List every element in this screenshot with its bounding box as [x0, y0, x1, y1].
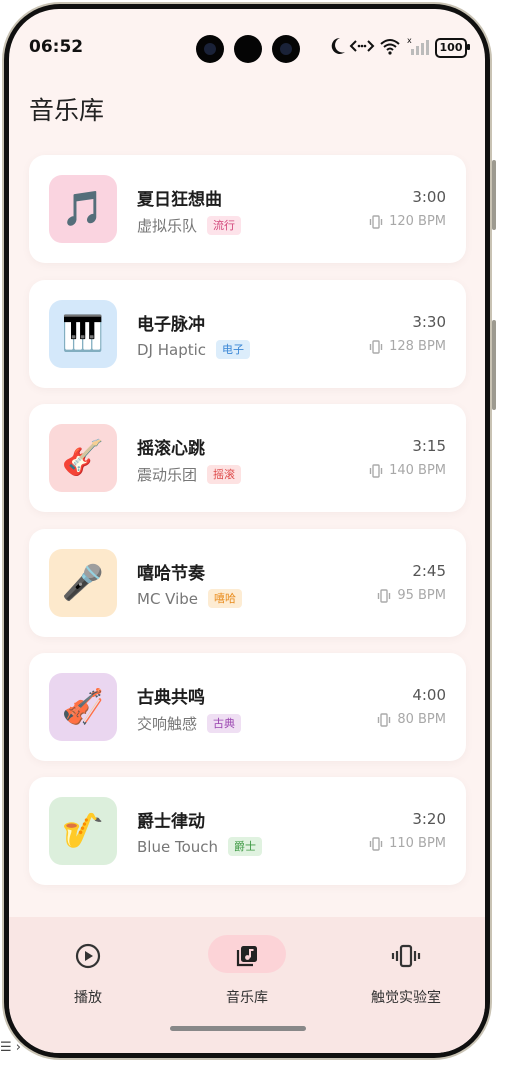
- song-artist: DJ Haptic: [137, 340, 207, 359]
- song-duration: 4:00: [412, 686, 446, 704]
- song-artist: 交响触感: [137, 715, 198, 733]
- song-card[interactable]: 🎷 爵士律动 Blue Touch 爵士 3:20 110 BPM: [29, 777, 466, 885]
- bpm-info: 95 BPM: [376, 588, 446, 603]
- bpm-info: 140 BPM: [368, 463, 446, 478]
- song-card[interactable]: 🎵 夏日狂想曲虚拟乐队 流行 3:00 120 BPM: [29, 155, 466, 263]
- song-card[interactable]: 🎤 嘻哈节奏 MC Vibe 嘻哈 2:45 95 BPM: [29, 529, 466, 637]
- vibration-icon: [369, 339, 383, 354]
- vibration-icon: [378, 588, 391, 603]
- tab-label: 播放: [74, 990, 102, 1006]
- piano-icon: 🎹: [49, 300, 117, 368]
- song-title: 嘻哈节奏: [137, 564, 205, 584]
- song-artist: 虚拟乐队: [137, 217, 198, 235]
- tab-label: 触觉实验室: [371, 990, 441, 1006]
- violin-icon: 🎻: [49, 673, 117, 741]
- tab-play[interactable]: 播放: [9, 917, 167, 1017]
- genre-badge: 摇滚: [207, 465, 242, 484]
- bpm-info: 110 BPM: [368, 836, 446, 851]
- tab-haptic-lab[interactable]: 触觉实验室: [327, 917, 485, 1017]
- vibration-icon: [369, 214, 383, 229]
- genre-badge: 古典: [207, 714, 242, 733]
- home-indicator[interactable]: [170, 1026, 306, 1031]
- artist-row: 虚拟乐队 流行: [137, 215, 242, 236]
- app-screen: 06:52 x 100 音乐库 🎵 夏日狂想曲虚拟乐队 流行 3:00 120 BPM 🎹…: [9, 9, 485, 1053]
- genre-badge: 嘻哈: [208, 589, 243, 608]
- saxophone-icon: 🎷: [49, 797, 117, 865]
- genre-badge: 电子: [216, 340, 251, 359]
- song-title: 古典共鸣: [137, 688, 205, 708]
- song-card[interactable]: 🎹 电子脉冲 DJ Haptic 电子 3:30 128 BPM: [29, 280, 466, 388]
- artist-row: Blue Touch 爵士: [137, 837, 263, 856]
- microphone-icon: 🎤: [49, 549, 117, 617]
- bpm-info: 120 BPM: [368, 214, 446, 229]
- song-bpm: 128 BPM: [389, 339, 446, 354]
- song-duration: 3:20: [412, 810, 446, 828]
- bpm-info: 80 BPM: [376, 712, 446, 727]
- vibration-icon: [378, 712, 391, 727]
- vibration-icon: [369, 463, 383, 478]
- song-title: 夏日狂想曲: [137, 190, 222, 210]
- vibration-icon: [369, 836, 383, 851]
- song-artist: MC Vibe: [137, 589, 199, 608]
- status-time: 06:52: [29, 37, 84, 57]
- battery-icon: 100: [435, 38, 467, 58]
- genre-badge: 流行: [207, 216, 242, 235]
- moon-icon: [331, 37, 345, 54]
- svg-text:x: x: [407, 36, 412, 45]
- music-library-icon: [234, 937, 260, 975]
- wifi-icon: [380, 39, 400, 55]
- camera-icon: [272, 35, 300, 63]
- data-transfer-icon: [349, 40, 375, 52]
- menu-icon: ☰ ›: [0, 1040, 21, 1055]
- signal-icon: x: [407, 36, 429, 55]
- artist-row: DJ Haptic 电子: [137, 340, 251, 359]
- song-duration: 2:45: [412, 562, 446, 580]
- song-artist: Blue Touch: [137, 837, 219, 856]
- bpm-info: 128 BPM: [368, 339, 446, 354]
- camera-icon: [234, 35, 262, 63]
- song-title: 爵士律动: [137, 812, 205, 832]
- song-title: 摇滚心跳: [137, 439, 205, 459]
- song-bpm: 80 BPM: [397, 712, 446, 727]
- artist-row: 交响触感 古典: [137, 713, 242, 734]
- camera-icon: [196, 35, 224, 63]
- song-bpm: 110 BPM: [389, 836, 446, 851]
- song-duration: 3:30: [412, 313, 446, 331]
- page-title: 音乐库: [29, 96, 105, 125]
- song-duration: 3:00: [412, 188, 446, 206]
- song-artist: 震动乐团: [137, 466, 198, 484]
- power-button: [492, 320, 496, 410]
- status-icons: x 100: [327, 35, 475, 61]
- musical-note-icon: 🎵: [49, 175, 117, 243]
- artist-row: 震动乐团 摇滚: [137, 464, 242, 485]
- play-circle-icon: [75, 937, 101, 975]
- artist-row: MC Vibe 嘻哈: [137, 589, 243, 608]
- vibration-icon: [391, 937, 421, 975]
- song-card[interactable]: 🎸 摇滚心跳震动乐团 摇滚 3:15 140 BPM: [29, 404, 466, 512]
- volume-button: [492, 160, 496, 230]
- tab-label: 音乐库: [226, 990, 268, 1006]
- genre-badge: 爵士: [228, 837, 263, 856]
- song-card[interactable]: 🎻 古典共鸣交响触感 古典 4:00 80 BPM: [29, 653, 466, 761]
- status-bar: 06:52 x 100: [9, 9, 485, 73]
- song-duration: 3:15: [412, 437, 446, 455]
- bottom-tab-bar: 播放 音乐库 触觉实验室: [9, 917, 485, 1053]
- tab-music-library[interactable]: 音乐库: [168, 917, 326, 1017]
- song-bpm: 140 BPM: [389, 463, 446, 478]
- song-bpm: 95 BPM: [397, 588, 446, 603]
- guitar-icon: 🎸: [49, 424, 117, 492]
- song-title: 电子脉冲: [137, 315, 205, 335]
- song-bpm: 120 BPM: [389, 214, 446, 229]
